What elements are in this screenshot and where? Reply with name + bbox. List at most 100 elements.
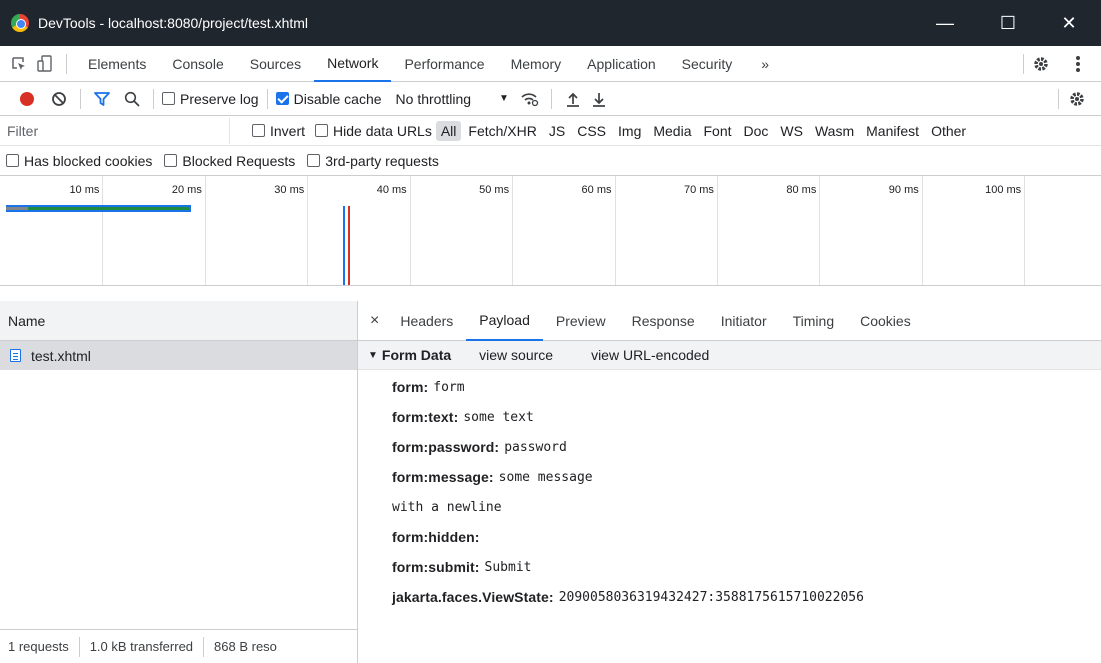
form-data-title: Form Data xyxy=(381,347,452,363)
timeline-tick: 70 ms xyxy=(684,176,718,285)
request-detail-pane: × Headers Payload Preview Response Initiator… xyxy=(358,301,1101,663)
type-filter-media[interactable]: Media xyxy=(648,121,696,141)
type-filter-js[interactable]: JS xyxy=(544,121,570,141)
type-filter-doc[interactable]: Doc xyxy=(739,121,774,141)
export-har-icon[interactable] xyxy=(586,86,612,112)
timeline-tick-label: 20 ms xyxy=(171,184,202,196)
timeline-tick-label: 50 ms xyxy=(479,184,510,196)
network-settings-gear-icon[interactable] xyxy=(1064,86,1090,112)
checkbox-box[interactable] xyxy=(164,154,178,167)
invert-checkbox[interactable]: Invert xyxy=(252,123,305,139)
detail-tab-cookies[interactable]: Cookies xyxy=(847,301,924,341)
detail-tabs: Headers Payload Preview Response Initiator Ti… xyxy=(387,301,923,341)
type-filter-manifest[interactable]: Manifest xyxy=(861,121,924,141)
throttling-select[interactable]: No throttling ▼ xyxy=(396,91,509,107)
settings-gear-icon[interactable] xyxy=(1028,51,1054,77)
record-icon[interactable] xyxy=(14,86,40,112)
panel-tab-bar: Elements Console Sources Network Performance… xyxy=(0,46,1101,82)
tab-memory[interactable]: Memory xyxy=(498,46,575,82)
form-field-value: Submit xyxy=(484,559,532,575)
timeline-tick: 40 ms xyxy=(377,176,411,285)
type-filter-all[interactable]: All xyxy=(435,120,462,141)
checkbox-box[interactable] xyxy=(307,154,321,167)
preserve-log-checkbox[interactable]: Preserve log xyxy=(162,91,259,107)
minimize-button[interactable]: — xyxy=(922,0,968,46)
close-window-button[interactable]: ✕ xyxy=(1046,0,1092,46)
timeline-tick: 100 ms xyxy=(985,176,1026,285)
form-data-fields: form: form form:text: some text form:passwor… xyxy=(358,370,1101,612)
preserve-log-label: Preserve log xyxy=(180,90,259,107)
tab-network[interactable]: Network xyxy=(314,46,392,82)
type-filter-img[interactable]: Img xyxy=(613,121,646,141)
timeline-tick: 90 ms xyxy=(889,176,923,285)
blocked-requests-checkbox[interactable]: Blocked Requests xyxy=(164,153,295,169)
view-source-button[interactable]: view source xyxy=(479,347,553,363)
close-detail-icon[interactable]: × xyxy=(358,312,387,330)
filter-bar: Invert Hide data URLs AllFetch/XHRJSCSSI… xyxy=(0,116,1101,146)
form-field-key: form:text: xyxy=(392,409,459,425)
tab-sources[interactable]: Sources xyxy=(237,46,314,82)
more-options-icon[interactable] xyxy=(1065,51,1091,77)
blocked-filter-bar: Has blocked cookies Blocked Requests 3rd… xyxy=(0,146,1101,176)
timeline-tick: 10 ms xyxy=(69,176,104,285)
detail-tab-preview[interactable]: Preview xyxy=(543,301,619,341)
timeline-tick-label: 40 ms xyxy=(376,184,407,196)
tab-performance[interactable]: Performance xyxy=(391,46,497,82)
checkbox-box[interactable] xyxy=(315,124,329,137)
type-filter-other[interactable]: Other xyxy=(926,121,971,141)
status-divider xyxy=(78,636,80,657)
filter-input[interactable] xyxy=(0,117,230,144)
detail-tab-payload[interactable]: Payload xyxy=(466,301,543,341)
form-field-row: jakarta.faces.ViewState: 2090058036319432… xyxy=(358,582,1101,612)
chrome-logo-icon xyxy=(11,14,29,32)
tab-application[interactable]: Application xyxy=(574,46,669,82)
form-field-row: form:hidden: xyxy=(358,522,1101,552)
window-title: DevTools - localhost:8080/project/test.x… xyxy=(38,15,309,31)
checkbox-box[interactable] xyxy=(252,124,265,137)
name-column-header[interactable]: Name xyxy=(0,301,357,341)
tab-security[interactable]: Security xyxy=(669,46,746,82)
form-field-key: form: xyxy=(392,379,429,395)
form-data-header[interactable]: ▼ Form Data view source view URL-encoded xyxy=(358,341,1101,370)
request-row[interactable]: test.xhtml xyxy=(0,341,357,370)
throttling-value: No throttling xyxy=(395,90,472,107)
document-icon xyxy=(10,349,21,362)
filter-funnel-icon[interactable] xyxy=(89,86,115,112)
type-filter-font[interactable]: Font xyxy=(699,121,737,141)
has-blocked-cookies-checkbox[interactable]: Has blocked cookies xyxy=(6,153,152,169)
detail-tab-timing[interactable]: Timing xyxy=(780,301,848,341)
blocked-requests-label: Blocked Requests xyxy=(182,152,296,169)
timeline-overview[interactable]: 10 ms 20 ms 30 ms 40 ms 50 ms 60 ms 70 ms 80 ms… xyxy=(0,176,1101,286)
toolbar-divider xyxy=(1058,88,1059,109)
tab-elements[interactable]: Elements xyxy=(75,46,159,82)
search-icon[interactable] xyxy=(119,86,145,112)
disable-cache-checkbox[interactable]: Disable cache xyxy=(275,91,382,107)
type-filter-css[interactable]: CSS xyxy=(572,121,611,141)
type-filter-fetch-xhr[interactable]: Fetch/XHR xyxy=(463,121,541,141)
inspect-element-icon[interactable] xyxy=(6,51,32,77)
request-count: 1 requests xyxy=(8,639,69,654)
load-event-line xyxy=(348,206,350,285)
checkbox-box[interactable] xyxy=(6,154,19,167)
checkbox-box[interactable] xyxy=(162,92,175,105)
device-toolbar-icon[interactable] xyxy=(32,51,58,77)
third-party-requests-checkbox[interactable]: 3rd-party requests xyxy=(307,153,439,169)
name-header-label: Name xyxy=(8,312,46,329)
detail-tab-initiator[interactable]: Initiator xyxy=(708,301,780,341)
import-har-icon[interactable] xyxy=(560,86,586,112)
checkbox-box[interactable] xyxy=(275,92,289,105)
request-name: test.xhtml xyxy=(31,347,91,364)
view-url-encoded-button[interactable]: view URL-encoded xyxy=(591,347,709,363)
detail-tab-headers[interactable]: Headers xyxy=(387,301,466,341)
network-conditions-icon[interactable] xyxy=(517,86,543,112)
clear-icon[interactable] xyxy=(46,86,72,112)
detail-tab-response[interactable]: Response xyxy=(619,301,708,341)
form-field-row: with a newline xyxy=(358,492,1101,522)
type-filter-wasm[interactable]: Wasm xyxy=(810,121,859,141)
chevron-down-icon: ▼ xyxy=(499,93,509,104)
tab-console[interactable]: Console xyxy=(159,46,236,82)
type-filter-ws[interactable]: WS xyxy=(775,121,808,141)
maximize-button[interactable]: ☐ xyxy=(985,0,1031,46)
hide-data-urls-checkbox[interactable]: Hide data URLs xyxy=(315,123,432,139)
more-tabs-button[interactable]: » xyxy=(745,46,785,82)
